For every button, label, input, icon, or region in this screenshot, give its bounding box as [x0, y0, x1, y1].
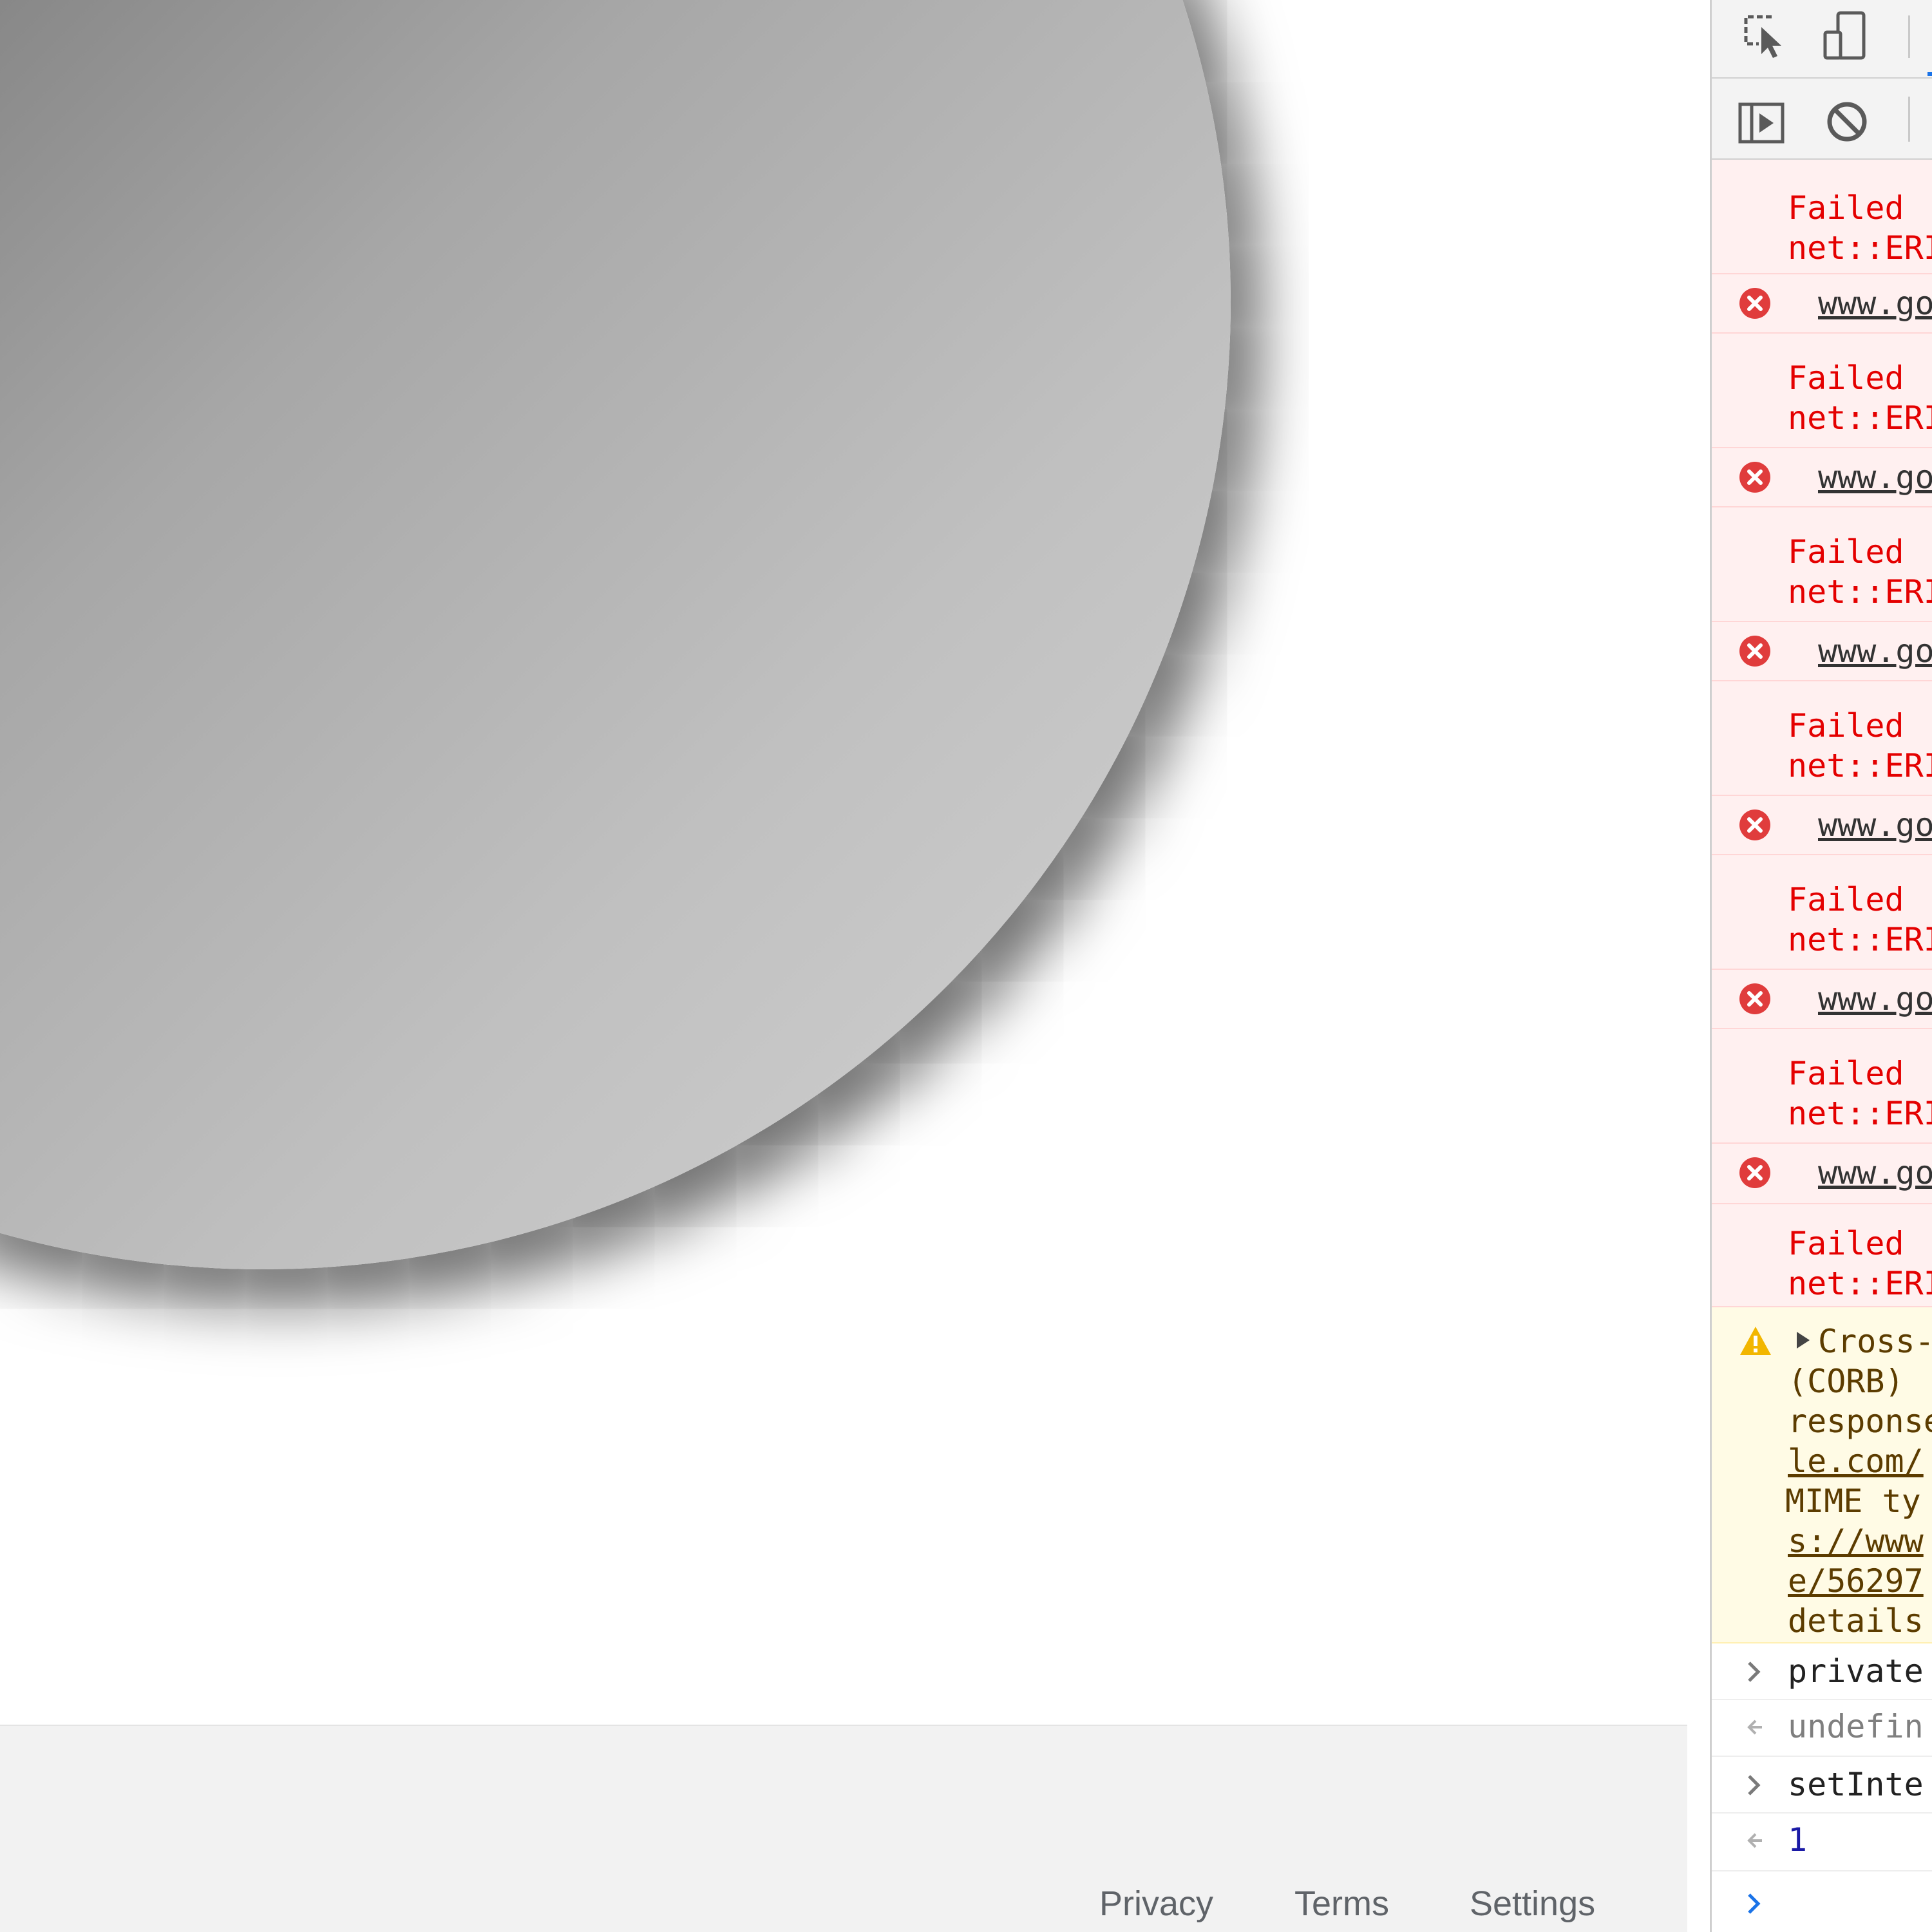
- toolbar-separator: [1908, 97, 1910, 142]
- footer-privacy-link[interactable]: Privacy: [1099, 1884, 1213, 1924]
- expand-triangle-icon[interactable]: [1795, 1331, 1811, 1350]
- console-error-message: Failed net::ERI: [1712, 1029, 1932, 1144]
- console-error-row: www.go: [1712, 970, 1932, 1029]
- active-tab-indicator: [1927, 72, 1932, 76]
- result-arrow-icon: [1743, 1828, 1765, 1853]
- chromestatus-link[interactable]: s://www: [1788, 1521, 1924, 1561]
- error-source-link[interactable]: www.go: [1818, 283, 1932, 323]
- result-arrow-icon: [1743, 1714, 1765, 1740]
- error-icon: [1739, 461, 1771, 493]
- show-sidebar-icon[interactable]: [1738, 102, 1786, 149]
- console-prompt[interactable]: [1712, 1871, 1932, 1932]
- console-error-message: Failed net::ERI: [1712, 681, 1932, 796]
- error-source-link[interactable]: www.go: [1818, 631, 1932, 671]
- input-chevron-icon: [1743, 1772, 1765, 1798]
- corb-url-link[interactable]: le.com/: [1788, 1441, 1924, 1481]
- chromestatus-link-continued[interactable]: e/56297: [1788, 1561, 1924, 1601]
- console-result-row: 1: [1712, 1814, 1932, 1871]
- clear-console-icon[interactable]: [1824, 99, 1870, 147]
- toolbar-separator: [1908, 15, 1910, 58]
- input-chevron-icon: [1743, 1659, 1765, 1685]
- error-icon: [1739, 287, 1771, 319]
- device-toolbar-icon[interactable]: [1821, 10, 1873, 65]
- error-icon: [1739, 983, 1771, 1015]
- error-icon: [1739, 1157, 1771, 1189]
- error-source-link[interactable]: www.go: [1818, 1153, 1932, 1193]
- console-error-row: www.go: [1712, 1144, 1932, 1204]
- error-source-link[interactable]: www.go: [1818, 979, 1932, 1019]
- error-source-link[interactable]: www.go: [1818, 805, 1932, 845]
- console-error-row: www.go: [1712, 622, 1932, 681]
- console-messages: Failed net::ERI www.go Failed net::ERI w…: [1712, 160, 1932, 1932]
- error-icon: [1739, 635, 1771, 667]
- devtools-panel: Failed net::ERI www.go Failed net::ERI w…: [1710, 0, 1932, 1932]
- console-warning-row: Cross- (CORB) response le.com/ MIME ty s…: [1712, 1307, 1932, 1643]
- console-error-message: Failed net::ERI: [1712, 855, 1932, 970]
- console-error-message: Failed net::ERI: [1712, 1204, 1932, 1307]
- footer-band: [0, 1725, 1687, 1844]
- prompt-chevron-icon: [1743, 1891, 1765, 1917]
- console-error-message: Failed net::ERI: [1712, 334, 1932, 448]
- console-toolbar: [1712, 79, 1932, 160]
- console-input-row: private: [1712, 1643, 1932, 1700]
- console-input-row: setInte: [1712, 1757, 1932, 1814]
- warning-icon: [1739, 1325, 1772, 1356]
- inspect-element-icon[interactable]: [1742, 12, 1787, 64]
- console-error-message: Failed net::ERI: [1712, 507, 1932, 622]
- footer-terms-link[interactable]: Terms: [1294, 1884, 1389, 1924]
- gray-circle-overlay: [0, 0, 1231, 1269]
- error-icon: [1739, 809, 1771, 841]
- console-error-row: www.go: [1712, 448, 1932, 507]
- console-result-row: undefin: [1712, 1700, 1932, 1757]
- console-error-row: www.go: [1712, 796, 1932, 855]
- console-error-row: www.go: [1712, 274, 1932, 334]
- web-page: Privacy Terms Settings: [0, 0, 1687, 1932]
- footer-settings-link[interactable]: Settings: [1470, 1884, 1595, 1924]
- devtools-tabbar: [1712, 0, 1932, 79]
- console-error-message: Failed net::ERI: [1712, 160, 1932, 274]
- error-source-link[interactable]: www.go: [1818, 457, 1932, 497]
- footer-bar: [0, 1843, 1687, 1932]
